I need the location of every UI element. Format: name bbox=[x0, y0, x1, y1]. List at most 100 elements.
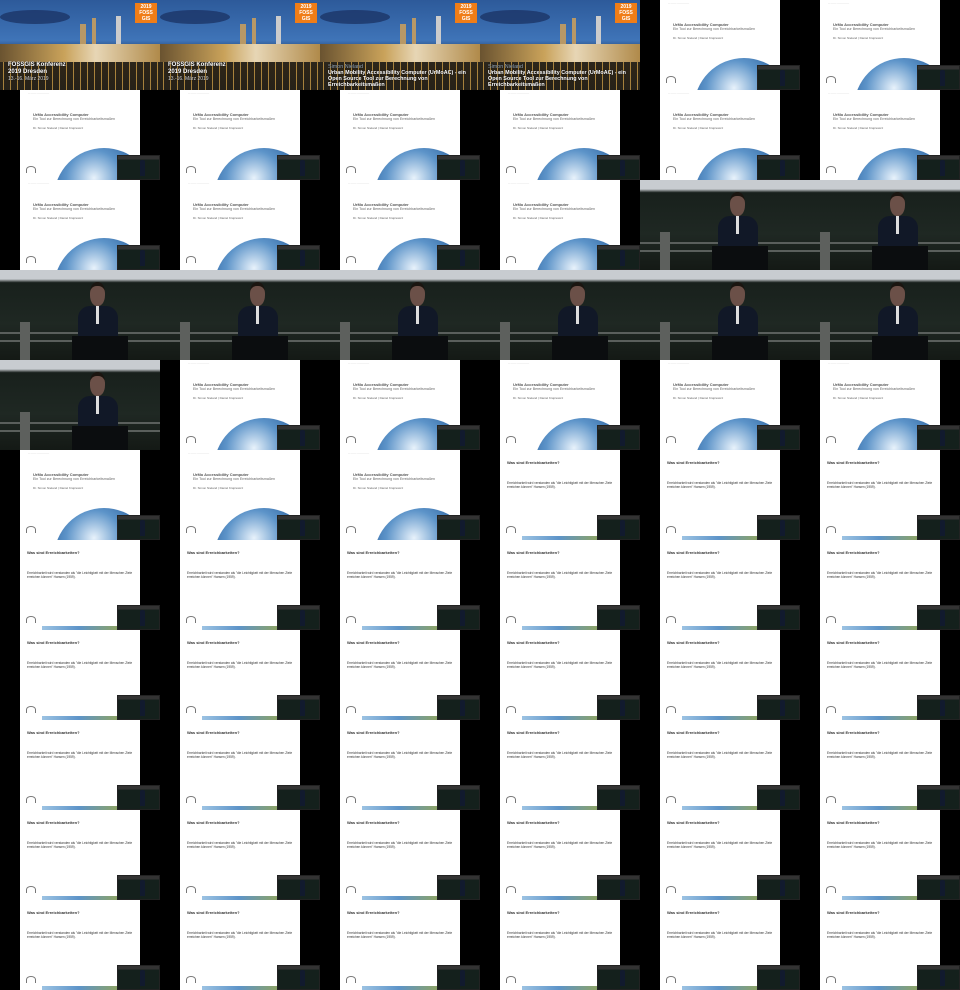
dlr-logo-icon bbox=[666, 616, 676, 623]
speaker-camera-inset bbox=[757, 875, 800, 900]
slide-header: — ——— —————— bbox=[668, 93, 690, 95]
frame-slide-definition[interactable]: Was sind Erreichbarkeiten? Erreichbarkei… bbox=[480, 450, 640, 540]
frame-speaker[interactable] bbox=[800, 180, 960, 270]
frame-slide-definition[interactable]: Was sind Erreichbarkeiten? Erreichbarkei… bbox=[0, 630, 160, 720]
frame-slide-definition[interactable]: Was sind Erreichbarkeiten? Erreichbarkei… bbox=[320, 540, 480, 630]
frame-slide-intro[interactable]: — ——— —————— UrMo Accessibility Computer… bbox=[160, 180, 320, 270]
frame-slide-definition[interactable]: Was sind Erreichbarkeiten? Erreichbarkei… bbox=[640, 720, 800, 810]
frame-slide-intro[interactable]: — ——— —————— UrMo Accessibility Computer… bbox=[480, 360, 640, 450]
frame-slide-definition[interactable]: Was sind Erreichbarkeiten? Erreichbarkei… bbox=[320, 810, 480, 900]
frame-slide-intro[interactable]: — ——— —————— UrMo Accessibility Computer… bbox=[160, 90, 320, 180]
slide-heading: Was sind Erreichbarkeiten? bbox=[347, 640, 400, 645]
frame-slide-intro[interactable]: — ——— —————— UrMo Accessibility Computer… bbox=[480, 180, 640, 270]
railing-post bbox=[340, 322, 350, 360]
frame-slide-definition[interactable]: Was sind Erreichbarkeiten? Erreichbarkei… bbox=[160, 540, 320, 630]
frame-slide-definition[interactable]: Was sind Erreichbarkeiten? Erreichbarkei… bbox=[160, 810, 320, 900]
frame-slide-intro[interactable]: — ——— —————— UrMo Accessibility Computer… bbox=[640, 0, 800, 90]
frame-speaker[interactable] bbox=[160, 270, 320, 360]
frame-slide-definition[interactable]: Was sind Erreichbarkeiten? Erreichbarkei… bbox=[160, 720, 320, 810]
frame-slide-definition[interactable]: Was sind Erreichbarkeiten? Erreichbarkei… bbox=[640, 630, 800, 720]
frame-slide-definition[interactable]: Was sind Erreichbarkeiten? Erreichbarkei… bbox=[640, 540, 800, 630]
speaker-camera-inset bbox=[597, 785, 640, 810]
tower bbox=[116, 16, 121, 44]
slide-subtitle: Ein Tool zur Berechnung von Erreichbarke… bbox=[33, 207, 116, 211]
frame-slide-intro[interactable]: — ——— —————— UrMo Accessibility Computer… bbox=[160, 450, 320, 540]
frame-conference-title[interactable]: 2019 FOSS GIS FOSSGIS Konferenz 2019 Dre… bbox=[0, 0, 160, 90]
frame-slide-definition[interactable]: Was sind Erreichbarkeiten? Erreichbarkei… bbox=[640, 450, 800, 540]
frame-slide-definition[interactable]: Was sind Erreichbarkeiten? Erreichbarkei… bbox=[320, 630, 480, 720]
frame-slide-intro[interactable]: — ——— —————— UrMo Accessibility Computer… bbox=[320, 450, 480, 540]
frame-speaker[interactable] bbox=[0, 360, 160, 450]
tower bbox=[240, 24, 246, 44]
frame-slide-definition[interactable]: Was sind Erreichbarkeiten? Erreichbarkei… bbox=[800, 450, 960, 540]
tower bbox=[276, 16, 281, 44]
slide-heading: Was sind Erreichbarkeiten? bbox=[667, 460, 720, 465]
slide-heading: Was sind Erreichbarkeiten? bbox=[347, 910, 400, 915]
dlr-logo-icon bbox=[826, 76, 836, 83]
frame-speaker[interactable] bbox=[480, 270, 640, 360]
frame-slide-definition[interactable]: Was sind Erreichbarkeiten? Erreichbarkei… bbox=[320, 720, 480, 810]
lectern bbox=[712, 246, 768, 270]
frame-slide-definition[interactable]: Was sind Erreichbarkeiten? Erreichbarkei… bbox=[800, 810, 960, 900]
slide-heading: Was sind Erreichbarkeiten? bbox=[187, 550, 240, 555]
frame-slide-definition[interactable]: Was sind Erreichbarkeiten? Erreichbarkei… bbox=[480, 630, 640, 720]
dlr-logo-icon bbox=[826, 976, 836, 983]
frame-slide-definition[interactable]: Was sind Erreichbarkeiten? Erreichbarkei… bbox=[480, 810, 640, 900]
frame-speaker[interactable] bbox=[320, 270, 480, 360]
frame-slide-definition[interactable]: Was sind Erreichbarkeiten? Erreichbarkei… bbox=[800, 900, 960, 990]
frame-slide-definition[interactable]: Was sind Erreichbarkeiten? Erreichbarkei… bbox=[800, 540, 960, 630]
frame-slide-definition[interactable]: Was sind Erreichbarkeiten? Erreichbarkei… bbox=[0, 810, 160, 900]
slide-heading: Was sind Erreichbarkeiten? bbox=[347, 730, 400, 735]
frame-slide-intro[interactable]: — ——— —————— UrMo Accessibility Computer… bbox=[640, 360, 800, 450]
frame-slide-definition[interactable]: Was sind Erreichbarkeiten? Erreichbarkei… bbox=[800, 630, 960, 720]
speaker-camera-inset bbox=[757, 155, 800, 180]
frame-slide-intro[interactable]: — ——— —————— UrMo Accessibility Computer… bbox=[480, 90, 640, 180]
dlr-logo-icon bbox=[506, 526, 516, 533]
speaker-camera-inset bbox=[597, 875, 640, 900]
frame-slide-intro[interactable]: — ——— —————— UrMo Accessibility Computer… bbox=[320, 90, 480, 180]
frame-slide-intro[interactable]: — ——— —————— UrMo Accessibility Computer… bbox=[0, 90, 160, 180]
frame-slide-definition[interactable]: Was sind Erreichbarkeiten? Erreichbarkei… bbox=[640, 810, 800, 900]
speaker-camera-inset bbox=[597, 605, 640, 630]
cloud bbox=[160, 10, 230, 24]
frame-slide-intro[interactable]: — ——— —————— UrMo Accessibility Computer… bbox=[800, 360, 960, 450]
frame-slide-definition[interactable]: Was sind Erreichbarkeiten? Erreichbarkei… bbox=[480, 900, 640, 990]
slide-subtitle: Ein Tool zur Berechnung von Erreichbarke… bbox=[353, 117, 436, 121]
frame-slide-definition[interactable]: Was sind Erreichbarkeiten? Erreichbarkei… bbox=[0, 720, 160, 810]
frame-conference-title[interactable]: 2019 FOSS GIS FOSSGIS Konferenz 2019 Dre… bbox=[160, 0, 320, 90]
speaker-camera-inset bbox=[597, 695, 640, 720]
frame-slide-intro[interactable]: — ——— —————— UrMo Accessibility Computer… bbox=[800, 90, 960, 180]
frame-slide-definition[interactable]: Was sind Erreichbarkeiten? Erreichbarkei… bbox=[160, 900, 320, 990]
frame-speaker[interactable] bbox=[0, 270, 160, 360]
lanyard bbox=[416, 306, 419, 324]
dlr-logo-icon bbox=[826, 616, 836, 623]
slide-subtitle: Ein Tool zur Berechnung von Erreichbarke… bbox=[33, 117, 116, 121]
slide-header: — ——— —————— bbox=[508, 93, 530, 95]
dlr-logo-icon bbox=[506, 796, 516, 803]
frame-slide-intro[interactable]: — ——— —————— UrMo Accessibility Computer… bbox=[0, 450, 160, 540]
frame-slide-intro[interactable]: — ——— —————— UrMo Accessibility Computer… bbox=[160, 360, 320, 450]
frame-talk-title[interactable]: 2019 FOSS GIS Simon Nieland Urban Mobili… bbox=[480, 0, 640, 90]
frame-slide-definition[interactable]: Was sind Erreichbarkeiten? Erreichbarkei… bbox=[320, 900, 480, 990]
frame-talk-title[interactable]: 2019 FOSS GIS Simon Nieland Urban Mobili… bbox=[320, 0, 480, 90]
slide-heading: Was sind Erreichbarkeiten? bbox=[187, 910, 240, 915]
frame-speaker[interactable] bbox=[640, 270, 800, 360]
frame-slide-intro[interactable]: — ——— —————— UrMo Accessibility Computer… bbox=[640, 90, 800, 180]
speaker-camera-inset bbox=[597, 155, 640, 180]
slide-body: Erreichbarkeit wird verstanden als "die … bbox=[507, 481, 613, 489]
frame-slide-definition[interactable]: Was sind Erreichbarkeiten? Erreichbarkei… bbox=[0, 540, 160, 630]
frame-slide-intro[interactable]: — ——— —————— UrMo Accessibility Computer… bbox=[0, 180, 160, 270]
frame-slide-definition[interactable]: Was sind Erreichbarkeiten? Erreichbarkei… bbox=[480, 540, 640, 630]
frame-slide-definition[interactable]: Was sind Erreichbarkeiten? Erreichbarkei… bbox=[0, 900, 160, 990]
frame-speaker[interactable] bbox=[640, 180, 800, 270]
frame-slide-definition[interactable]: Was sind Erreichbarkeiten? Erreichbarkei… bbox=[800, 720, 960, 810]
frame-slide-definition[interactable]: Was sind Erreichbarkeiten? Erreichbarkei… bbox=[160, 630, 320, 720]
frame-slide-intro[interactable]: — ——— —————— UrMo Accessibility Computer… bbox=[320, 180, 480, 270]
slide-body: Erreichbarkeit wird verstanden als "die … bbox=[667, 481, 773, 489]
frame-slide-intro[interactable]: — ——— —————— UrMo Accessibility Computer… bbox=[320, 360, 480, 450]
frame-speaker[interactable] bbox=[800, 270, 960, 360]
slide-body: Erreichbarkeit wird verstanden als "die … bbox=[827, 751, 933, 759]
frame-slide-definition[interactable]: Was sind Erreichbarkeiten? Erreichbarkei… bbox=[640, 900, 800, 990]
frame-slide-intro[interactable]: — ——— —————— UrMo Accessibility Computer… bbox=[800, 0, 960, 90]
frame-slide-definition[interactable]: Was sind Erreichbarkeiten? Erreichbarkei… bbox=[480, 720, 640, 810]
